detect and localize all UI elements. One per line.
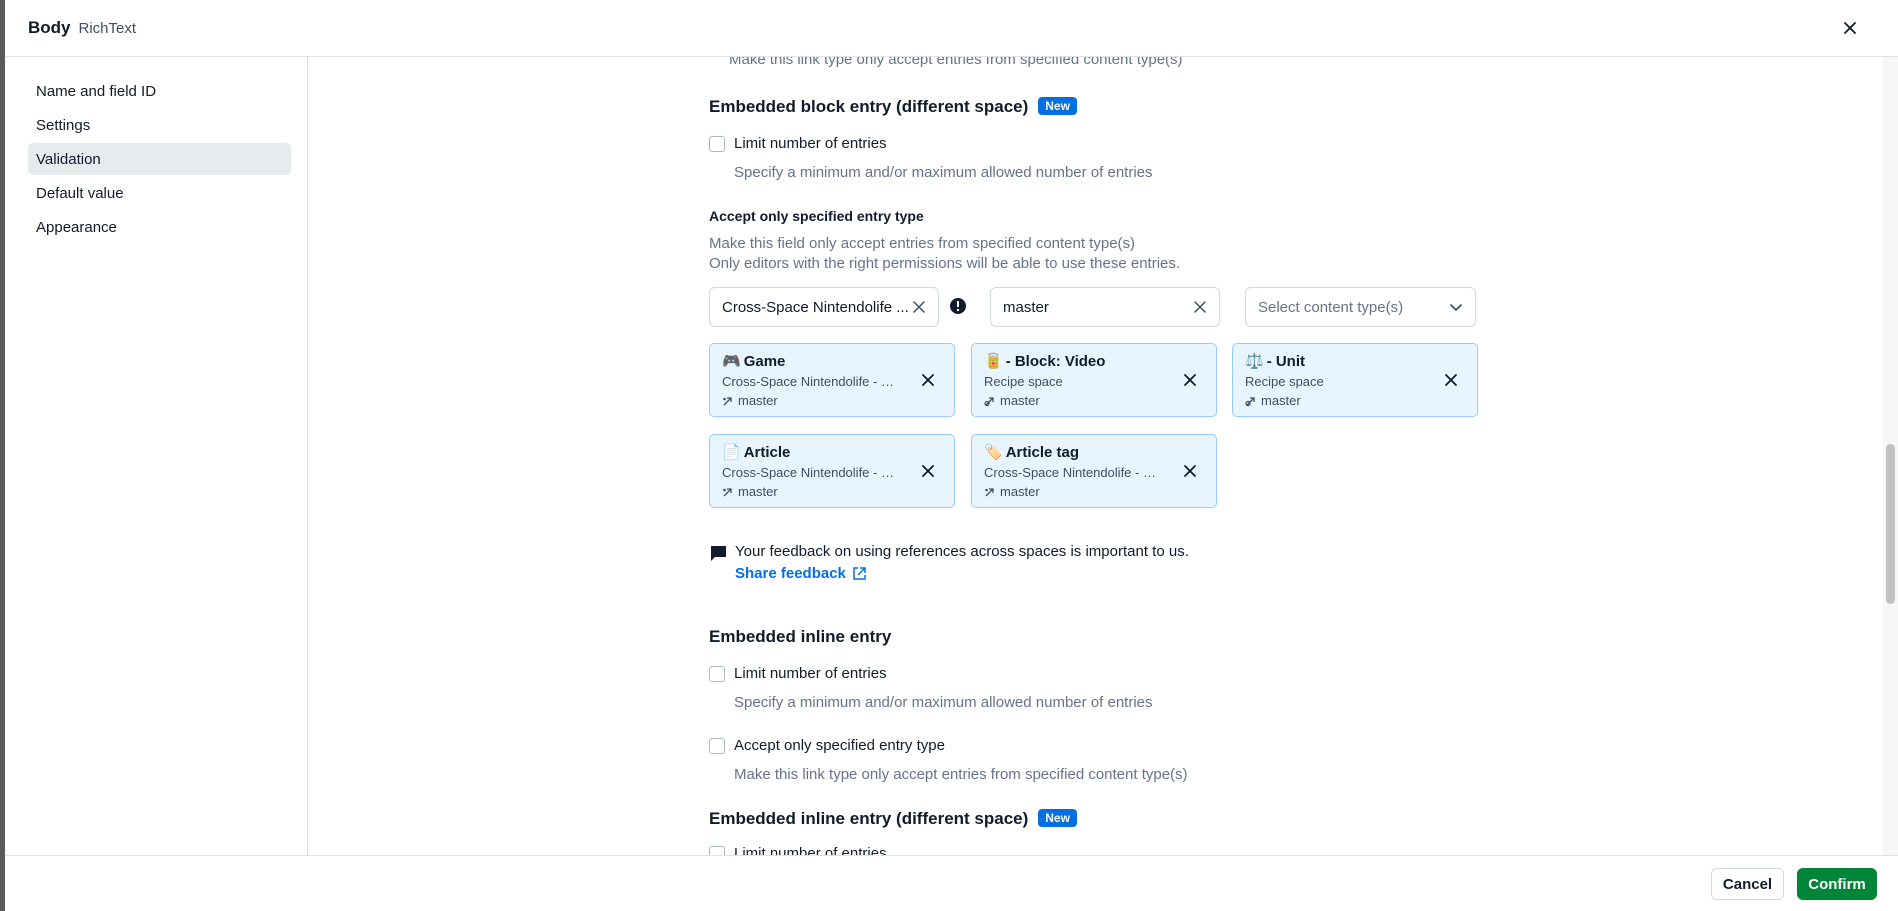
- permissions-help: Only editors with the right permissions …: [709, 255, 1181, 272]
- inline-accept-type-help: Make this link type only accept entries …: [734, 766, 1188, 783]
- environment-branch-icon: [723, 396, 732, 405]
- remove-card-icon[interactable]: [920, 372, 936, 388]
- cancel-button[interactable]: Cancel: [1711, 868, 1784, 900]
- card-env: master: [738, 484, 778, 499]
- warning-icon[interactable]: [949, 297, 967, 315]
- environment-branch-icon: [723, 487, 732, 496]
- scale-icon: ⚖️: [1245, 353, 1264, 370]
- modal-header: Body RichText: [5, 0, 1898, 57]
- remove-card-icon[interactable]: [1182, 463, 1198, 479]
- remove-card-icon[interactable]: [920, 463, 936, 479]
- card-title: Article: [743, 443, 791, 461]
- share-feedback-label: Share feedback: [735, 565, 846, 582]
- environment-branch-icon: [985, 487, 994, 496]
- inline-limit-entries-checkbox[interactable]: [709, 665, 725, 682]
- section-title-inline-diff-space: Embedded inline entry (different space) N…: [709, 809, 1077, 829]
- modal-footer: Cancel Confirm: [5, 855, 1898, 911]
- card-env: master: [1000, 484, 1040, 499]
- inline-diff-limit-entries-row[interactable]: Limit number of entries: [709, 845, 887, 855]
- card-title: Game: [743, 352, 786, 370]
- card-title: - Block: Video: [1005, 352, 1106, 370]
- sidebar-item-label: Settings: [36, 116, 91, 134]
- vertical-scrollbar[interactable]: [1883, 57, 1898, 855]
- scrollbar-thumb[interactable]: [1886, 444, 1895, 604]
- chat-bubble-icon: [711, 546, 726, 561]
- confirm-button[interactable]: Confirm: [1797, 868, 1877, 900]
- modal-subtitle: RichText: [78, 19, 137, 37]
- chevron-down-icon: [1450, 304, 1462, 311]
- environment-select[interactable]: master: [990, 287, 1220, 327]
- clear-icon[interactable]: [1193, 300, 1207, 314]
- card-space: Cross-Space Nintendolife - Embedded: [722, 374, 897, 389]
- content-type-card-block-video: 🥫 - Block: Video Recipe space master: [971, 343, 1217, 417]
- sidebar-item-label: Appearance: [36, 218, 117, 236]
- inline-accept-type-label: Accept only specified entry type: [734, 737, 945, 754]
- tag-icon: 🏷️: [984, 444, 1003, 461]
- card-env: master: [738, 393, 778, 408]
- inline-limit-entries-row[interactable]: Limit number of entries: [709, 665, 887, 682]
- sidebar-item-appearance[interactable]: Appearance: [28, 211, 291, 243]
- card-env: master: [1261, 393, 1301, 408]
- space-select-value: Cross-Space Nintendolife ...: [722, 298, 909, 316]
- sidebar-item-label: Name and field ID: [36, 82, 157, 100]
- modal-title: Body: [28, 18, 71, 37]
- inline-accept-type-checkbox[interactable]: [709, 737, 725, 754]
- field-settings-modal: Body RichText Name and field ID Settings…: [5, 0, 1898, 911]
- can-icon: 🥫: [984, 353, 1003, 370]
- card-title: Article tag: [1005, 443, 1080, 461]
- environment-select-value: master: [1003, 298, 1049, 316]
- remove-card-icon[interactable]: [1443, 372, 1459, 388]
- inline-limit-entries-help: Specify a minimum and/or maximum allowed…: [734, 694, 1153, 711]
- section-title-inline-entry: Embedded inline entry: [709, 627, 892, 646]
- space-select[interactable]: Cross-Space Nintendolife ...: [709, 287, 939, 327]
- inline-accept-type-row[interactable]: Accept only specified entry type: [709, 737, 945, 754]
- limit-entries-checkbox[interactable]: [709, 135, 725, 152]
- section-title-block-diff-space: Embedded block entry (different space) Ne…: [709, 97, 1077, 117]
- card-title: - Unit: [1266, 352, 1306, 370]
- content-type-card-article-tag: 🏷️ Article tag Cross-Space Nintendolife -…: [971, 434, 1217, 508]
- card-env: master: [1000, 393, 1040, 408]
- card-space: Recipe space: [1245, 374, 1324, 389]
- accept-entry-type-label: Accept only specified entry type: [709, 208, 924, 224]
- settings-sidebar: Name and field ID Settings Validation De…: [5, 57, 308, 855]
- content-type-select[interactable]: Select content type(s): [1245, 287, 1476, 327]
- limit-entries-help: Specify a minimum and/or maximum allowed…: [734, 164, 1153, 181]
- card-space: Cross-Space Nintendolife - Embedded: [984, 465, 1159, 480]
- limit-entries-row[interactable]: Limit number of entries: [709, 135, 887, 152]
- inline-diff-limit-entries-label: Limit number of entries: [734, 845, 887, 855]
- clear-icon[interactable]: [912, 300, 926, 314]
- sidebar-item-label: Validation: [36, 150, 101, 168]
- inline-limit-entries-label: Limit number of entries: [734, 665, 887, 682]
- sidebar-item-default-value[interactable]: Default value: [28, 177, 291, 209]
- new-badge: New: [1038, 97, 1077, 115]
- section-title-text: Embedded block entry (different space): [709, 97, 1029, 116]
- remove-card-icon[interactable]: [1182, 372, 1198, 388]
- accept-help-text: Make this link type only accept entries …: [729, 57, 1183, 68]
- share-feedback-link[interactable]: Share feedback: [735, 565, 867, 582]
- new-badge: New: [1038, 809, 1077, 827]
- document-icon: 📄: [722, 444, 741, 461]
- content-type-card-game: 🎮Game Cross-Space Nintendolife - Embedde…: [709, 343, 955, 417]
- external-link-icon: [853, 567, 866, 580]
- accept-entry-type-help: Make this field only accept entries from…: [709, 235, 1136, 252]
- inline-diff-limit-entries-checkbox[interactable]: [709, 845, 725, 855]
- content-type-card-unit: ⚖️ - Unit Recipe space master: [1232, 343, 1478, 417]
- section-title-text: Embedded inline entry (different space): [709, 809, 1029, 828]
- content-type-card-article: 📄Article Cross-Space Nintendolife - Embe…: [709, 434, 955, 508]
- content-type-placeholder: Select content type(s): [1258, 298, 1404, 316]
- card-space: Recipe space: [984, 374, 1063, 389]
- environment-link-icon: [984, 396, 994, 406]
- sidebar-item-settings[interactable]: Settings: [28, 109, 291, 141]
- validation-panel: Make this link type only accept entries …: [309, 57, 1883, 855]
- sidebar-item-name-and-field-id[interactable]: Name and field ID: [28, 75, 291, 107]
- sidebar-item-validation[interactable]: Validation: [28, 143, 291, 175]
- sidebar-item-label: Default value: [36, 184, 124, 202]
- card-space: Cross-Space Nintendolife - Embedded: [722, 465, 897, 480]
- environment-link-icon: [1245, 396, 1255, 406]
- game-controller-icon: 🎮: [722, 353, 741, 370]
- feedback-text: Your feedback on using references across…: [735, 543, 1189, 560]
- limit-entries-label: Limit number of entries: [734, 135, 887, 152]
- close-icon[interactable]: [1840, 18, 1860, 38]
